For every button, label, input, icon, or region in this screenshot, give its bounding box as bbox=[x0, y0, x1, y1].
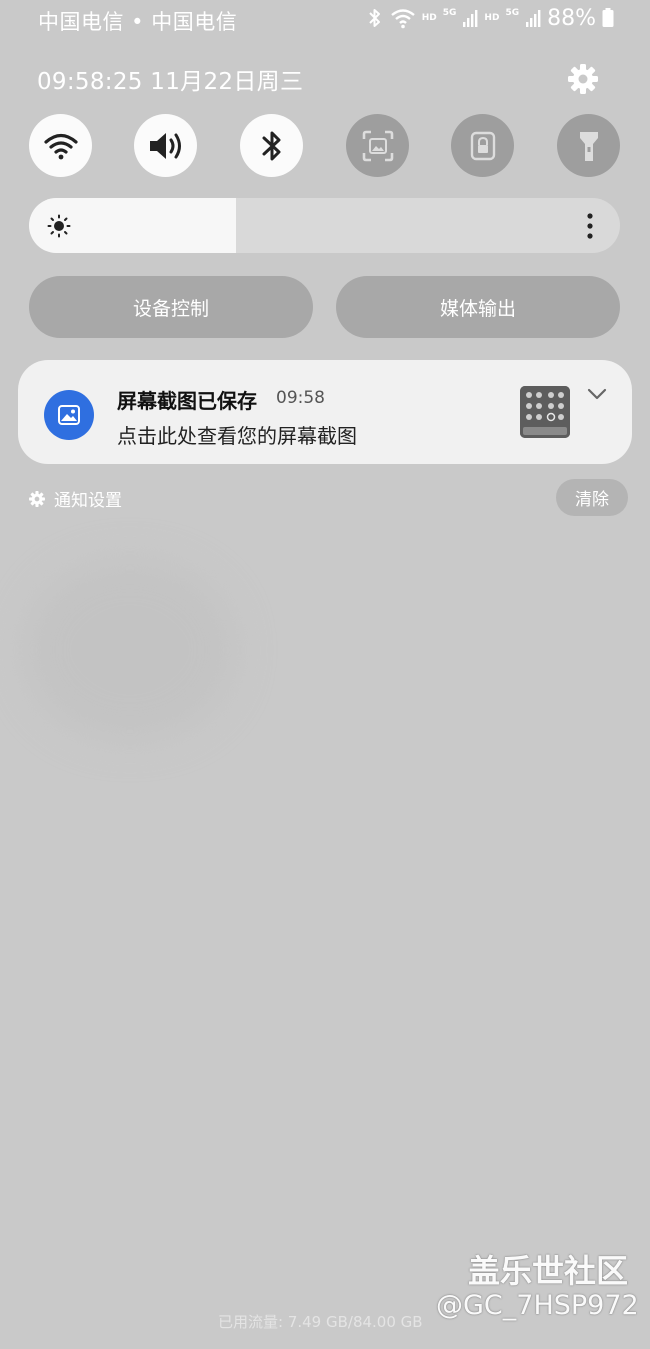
battery-icon bbox=[602, 8, 614, 27]
notification-settings-label: 通知设置 bbox=[54, 491, 122, 511]
status-icons: HD 5G HD 5G 88% bbox=[366, 4, 614, 32]
5g-indicator: 5G bbox=[505, 7, 520, 18]
hd-indicator: HD bbox=[421, 12, 437, 23]
bluetooth-icon bbox=[369, 9, 380, 27]
brightness-slider[interactable] bbox=[29, 198, 620, 253]
signal-icon bbox=[463, 10, 478, 27]
tile-bluetooth[interactable] bbox=[240, 114, 303, 177]
chevron-down-icon[interactable] bbox=[586, 386, 608, 402]
screenshot-notification[interactable]: 屏幕截图已保存 09:58 点击此处查看您的屏幕截图 bbox=[18, 360, 632, 464]
notification-title: 屏幕截图已保存 bbox=[117, 389, 257, 413]
5g-indicator: 5G bbox=[442, 7, 457, 18]
clear-button[interactable]: 清除 bbox=[556, 479, 628, 516]
screenshot-thumbnail[interactable] bbox=[520, 386, 570, 438]
notification-settings-link[interactable]: 通知设置 bbox=[28, 486, 122, 511]
battery-percentage: 88% bbox=[547, 5, 596, 31]
media-output-button[interactable]: 媒体输出 bbox=[336, 276, 620, 338]
watermark-user: @GC_7HSP972 bbox=[436, 1290, 639, 1321]
screen-capture-icon bbox=[362, 130, 393, 161]
gear-icon[interactable] bbox=[566, 62, 600, 96]
tile-rotation-lock[interactable] bbox=[451, 114, 514, 177]
gear-icon bbox=[29, 490, 45, 507]
gallery-icon bbox=[44, 390, 94, 440]
data-usage-label: 已用流量: 7.49 GB/84.00 GB bbox=[218, 1313, 423, 1331]
device-control-button[interactable]: 设备控制 bbox=[29, 276, 313, 338]
notification-body: 点击此处查看您的屏幕截图 bbox=[117, 424, 357, 448]
notification-time: 09:58 bbox=[276, 388, 325, 408]
tile-flashlight[interactable] bbox=[557, 114, 620, 177]
flashlight-icon bbox=[579, 131, 598, 161]
tile-wifi[interactable] bbox=[29, 114, 92, 177]
speaker-icon bbox=[149, 132, 181, 159]
carrier-label: 中国电信 • 中国电信 bbox=[38, 10, 238, 34]
status-bar: 中国电信 • 中国电信 HD 5G HD 5G 88% bbox=[0, 0, 650, 38]
hd-indicator: HD bbox=[484, 12, 500, 23]
more-vertical-icon[interactable] bbox=[580, 212, 600, 240]
signal-icon bbox=[526, 10, 541, 27]
wifi-icon bbox=[390, 9, 415, 29]
tile-sound[interactable] bbox=[134, 114, 197, 177]
lock-icon bbox=[470, 131, 495, 160]
date-time: 09:58:25 11月22日周三 bbox=[37, 69, 304, 95]
sun-icon bbox=[47, 214, 71, 238]
background-shadow bbox=[25, 560, 235, 740]
wifi-icon bbox=[43, 133, 78, 159]
bluetooth-icon bbox=[262, 131, 280, 160]
watermark-community: 盖乐世社区 bbox=[468, 1252, 629, 1290]
tile-screen-capture[interactable] bbox=[346, 114, 409, 177]
